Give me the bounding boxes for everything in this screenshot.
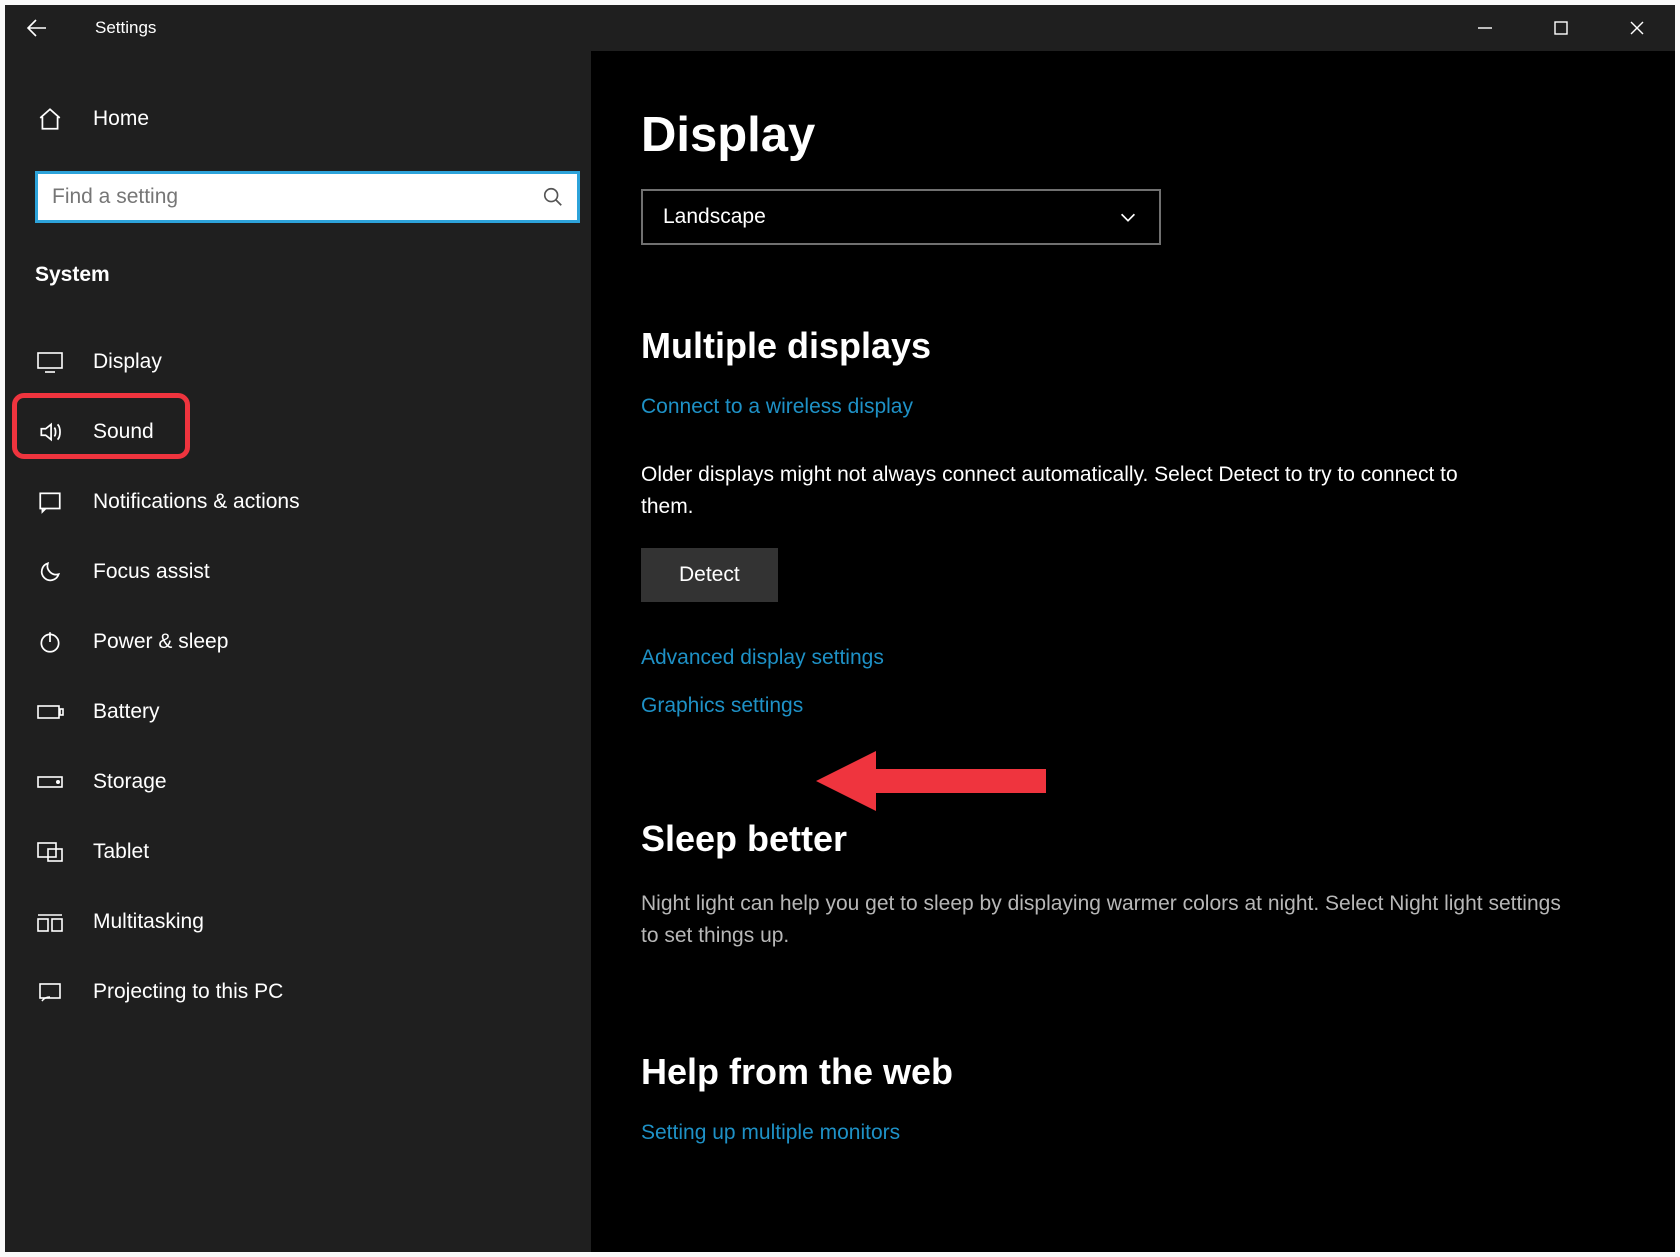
- graphics-settings-link[interactable]: Graphics settings: [641, 694, 1615, 718]
- sidebar-item-label: Display: [93, 350, 162, 374]
- help-link-multiple-monitors[interactable]: Setting up multiple monitors: [641, 1121, 900, 1145]
- sleep-better-body: Night light can help you get to sleep by…: [641, 888, 1581, 951]
- sidebar-item-focus-assist[interactable]: Focus assist: [5, 537, 591, 607]
- window-title: Settings: [67, 18, 156, 38]
- moon-icon: [35, 558, 65, 586]
- sidebar-item-projecting[interactable]: Projecting to this PC: [5, 957, 591, 1027]
- sidebar-item-power-sleep[interactable]: Power & sleep: [5, 607, 591, 677]
- power-icon: [35, 628, 65, 656]
- main-content: Display Landscape Multiple displays Conn…: [591, 51, 1675, 1252]
- detect-button-label: Detect: [679, 563, 740, 587]
- home-icon: [35, 105, 65, 133]
- sidebar-category: System: [5, 247, 591, 303]
- help-heading: Help from the web: [641, 1051, 1615, 1093]
- detect-hint-text: Older displays might not always connect …: [641, 459, 1471, 522]
- multiple-displays-heading: Multiple displays: [641, 325, 1615, 367]
- tablet-icon: [35, 838, 65, 866]
- sidebar-item-label: Tablet: [93, 840, 149, 864]
- sidebar-item-multitasking[interactable]: Multitasking: [5, 887, 591, 957]
- close-icon: [1629, 20, 1645, 36]
- orientation-selected: Landscape: [663, 205, 766, 229]
- sidebar-item-label: Multitasking: [93, 910, 204, 934]
- close-button[interactable]: [1599, 5, 1675, 51]
- multitasking-icon: [35, 908, 65, 936]
- search-input[interactable]: [38, 174, 529, 220]
- projecting-icon: [35, 978, 65, 1006]
- sidebar-home[interactable]: Home: [5, 89, 591, 149]
- minimize-icon: [1477, 20, 1493, 36]
- storage-icon: [35, 768, 65, 796]
- sidebar-item-tablet[interactable]: Tablet: [5, 817, 591, 887]
- advanced-display-settings-link[interactable]: Advanced display settings: [641, 646, 1615, 670]
- sidebar-item-sound[interactable]: Sound: [5, 397, 591, 467]
- sleep-better-heading: Sleep better: [641, 818, 1615, 860]
- search-box[interactable]: [35, 171, 580, 223]
- monitor-icon: [35, 348, 65, 376]
- titlebar: Settings: [5, 5, 1675, 51]
- back-arrow-icon: [24, 16, 48, 40]
- sidebar-category-label: System: [35, 263, 110, 287]
- sidebar-item-display[interactable]: Display: [5, 327, 591, 397]
- sidebar: Home System: [5, 51, 591, 1252]
- notifications-icon: [35, 488, 65, 516]
- sidebar-item-label: Notifications & actions: [93, 490, 300, 514]
- orientation-dropdown[interactable]: Landscape: [641, 189, 1161, 245]
- detect-button[interactable]: Detect: [641, 548, 778, 602]
- sidebar-item-notifications[interactable]: Notifications & actions: [5, 467, 591, 537]
- chevron-down-icon: [1117, 206, 1139, 228]
- sidebar-item-label: Focus assist: [93, 560, 210, 584]
- maximize-button[interactable]: [1523, 5, 1599, 51]
- sidebar-item-label: Sound: [93, 420, 154, 444]
- maximize-icon: [1553, 20, 1569, 36]
- search-icon: [529, 186, 577, 208]
- battery-icon: [35, 698, 65, 726]
- sidebar-item-label: Storage: [93, 770, 167, 794]
- page-title: Display: [641, 107, 1615, 163]
- sidebar-home-label: Home: [93, 107, 149, 131]
- annotation-arrow: [816, 741, 1056, 821]
- back-button[interactable]: [5, 5, 67, 51]
- minimize-button[interactable]: [1447, 5, 1523, 51]
- sidebar-item-label: Power & sleep: [93, 630, 228, 654]
- sidebar-item-label: Battery: [93, 700, 160, 724]
- sound-icon: [35, 418, 65, 446]
- sidebar-item-storage[interactable]: Storage: [5, 747, 591, 817]
- connect-wireless-display-link[interactable]: Connect to a wireless display: [641, 395, 913, 419]
- sidebar-item-label: Projecting to this PC: [93, 980, 283, 1004]
- sidebar-item-battery[interactable]: Battery: [5, 677, 591, 747]
